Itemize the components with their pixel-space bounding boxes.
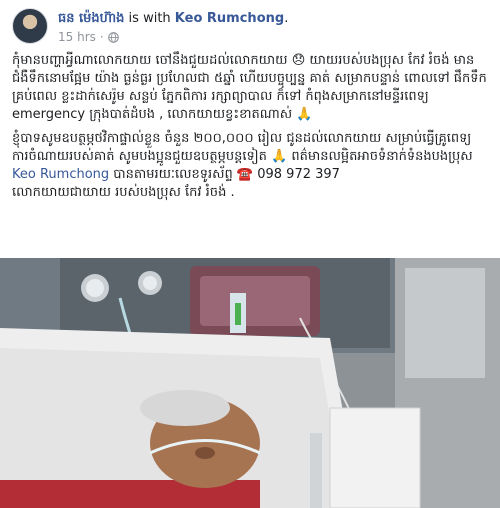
tagged-person-inline-link[interactable]: Keo Rumchong [12,167,109,182]
post-photo[interactable] [0,258,500,508]
paragraph-2: ខ្ញុំបាទសូមឧបត្ថម្ភថវិកាផ្ទាល់ខ្លួន ចំនួ… [12,130,490,202]
post-title-line: ធន ម៉េងហ៊ាង is with Keo Rumchong. [58,11,288,27]
paragraph-2-text-c: បានតាមរយៈលេខទូរស័ព្ទ [109,167,237,182]
meta-separator: · [99,30,104,44]
paragraph-1-text-a: កុំមានបញ្ហាអ្វីណាលោកយាយ ចៅនឹងជួយដល់លោកយា… [12,53,292,68]
paragraph-2-text-b: ពត៌មានលម្អិតអាចទំនាក់ទំនងបងប្រុស [287,149,473,164]
post-meta: 15 hrs · [58,30,119,44]
with-text: is with [124,11,175,26]
praying-hands-icon: 🙏 [271,149,288,164]
hospital-photo [0,258,500,508]
author-name[interactable]: ធន ម៉េងហ៊ាង [58,11,124,26]
paragraph-1: កុំមានបញ្ហាអ្វីណាលោកយាយ ចៅនឹងជួយដល់លោកយា… [12,52,490,124]
tagged-person-link[interactable]: Keo Rumchong [175,11,284,26]
globe-icon[interactable] [107,31,119,43]
post-body: កុំមានបញ្ហាអ្វីណាលោកយាយ ចៅនឹងជួយដល់លោកយា… [12,52,490,208]
post-timestamp[interactable]: 15 hrs [58,30,96,44]
post-header: ធន ម៉េងហ៊ាង is with Keo Rumchong. 15 hrs… [12,8,488,48]
phone-number[interactable]: ☎️ 098 972 397 [237,167,340,182]
sad-face-icon: 😞 [291,53,306,68]
tagged-suffix: . [284,11,289,26]
praying-hands-icon: 🙏 [296,107,313,122]
author-avatar[interactable] [12,8,48,44]
paragraph-3: លោកយាយជាយាយ របស់បងប្រុស កែវ រំចង់ . [12,185,235,200]
